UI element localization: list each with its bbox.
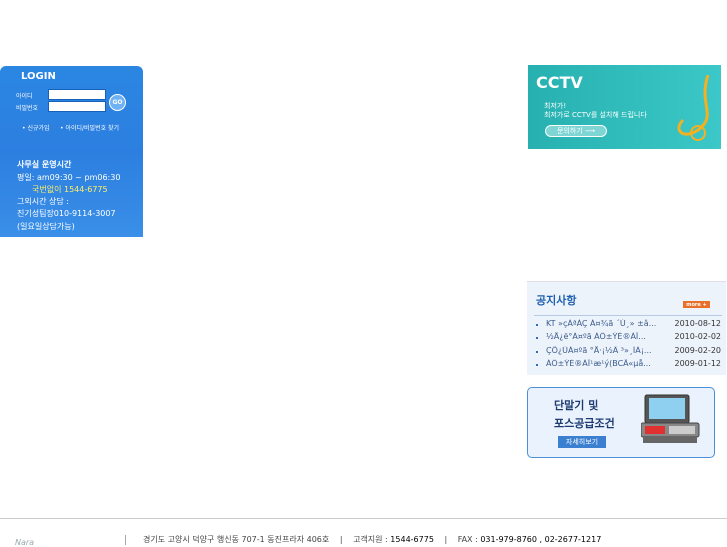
notice-item-title[interactable]: ½Å¿ë°Á¤ºã ÀÖ±ÝÈ®ÀÎ... [546, 332, 656, 341]
notice-item-date: 2009-02-20 [674, 346, 722, 355]
notice-item-title[interactable]: ÀÖ±ÝÈ®ÀÎ¹æ¹ý(BCÄ«µå... [546, 359, 656, 368]
footer-separator [125, 535, 126, 545]
bullet-icon [536, 324, 538, 326]
footer-logo: Nara [15, 538, 35, 547]
notice-item-date: 2010-02-02 [674, 332, 722, 341]
footer-support-phone: 1544-6775 [390, 535, 434, 544]
password-label: 비밀번호 [16, 105, 39, 112]
cable-icon [677, 75, 710, 141]
footer-fax-number: 031-979-8760 , 02-2677-1217 [480, 535, 602, 544]
bullet-icon [536, 337, 538, 339]
inquiry-button[interactable]: 문의하기 ⟶ [545, 125, 607, 137]
footer-fax-label: FAX : [457, 535, 478, 544]
id-label: 아이디 [16, 93, 33, 100]
after-hours-phone: 진기성팀장010-9114-3007 [17, 209, 116, 218]
notice-box: 공지사항 more + KT »çÀªÀÇ Á¤¾ã ´Ù¸» ±â... 20… [527, 281, 726, 375]
notice-item-title[interactable]: KT »çÀªÀÇ Á¤¾ã ´Ù¸» ±â... [546, 319, 656, 328]
terminal-title-line1: 단말기 및 [554, 399, 599, 412]
notice-row[interactable]: ÀÖ±ÝÈ®ÀÎ¹æ¹ý(BCÄ«µå... 2009-01-12 [536, 359, 721, 372]
notice-row[interactable]: ÇÕ¿ÜÀ¤ºã °Å·¡½Â ³»¸ÍÀ¡... 2009-02-20 [536, 346, 721, 359]
notice-row[interactable]: KT »çÀªÀÇ Á¤¾ã ´Ù¸» ±â... 2010-08-12 [536, 319, 721, 332]
bullet-icon [536, 351, 538, 353]
terminal-banner[interactable]: 단말기 및 포스공급조건 자세히보기 [527, 387, 715, 458]
footer-support-label: 고객지원 : [353, 535, 388, 544]
login-title: LOGIN [21, 71, 56, 82]
bullet-icon [536, 364, 538, 366]
signup-link[interactable]: • 신규가입 [22, 123, 50, 132]
office-hours-title: 사무실 운영시간 [17, 160, 72, 169]
notice-more-button[interactable]: more + [683, 301, 710, 308]
phone-number: 국번없이 1544-6775 [32, 185, 108, 194]
notice-divider [534, 315, 722, 316]
notice-row[interactable]: ½Å¿ë°Á¤ºã ÀÖ±ÝÈ®ÀÎ... 2010-02-02 [536, 332, 721, 345]
find-account-link[interactable]: • 아이디/비밀번호 찾기 [60, 123, 119, 132]
id-input[interactable] [48, 89, 106, 100]
login-go-button[interactable]: GO [109, 94, 126, 111]
details-button[interactable]: 자세히보기 [558, 436, 606, 448]
weekday-hours: 평일: am09:30 ~ pm06:30 [17, 173, 121, 182]
cctv-title: CCTV [536, 73, 583, 92]
cctv-line2: 최저가로 CCTV를 설치해 드립니다 [544, 111, 647, 119]
notice-item-title[interactable]: ÇÕ¿ÜÀ¤ºã °Å·¡½Â ³»¸ÍÀ¡... [546, 346, 656, 355]
password-input[interactable] [48, 101, 106, 112]
terminal-title-line2: 포스공급조건 [554, 417, 615, 430]
notice-item-date: 2009-01-12 [674, 359, 722, 368]
cctv-banner[interactable]: CCTV 최저가! 최저가로 CCTV를 설치해 드립니다 문의하기 ⟶ [528, 65, 721, 149]
sunday-note: (일요일상담가능) [17, 222, 75, 231]
login-panel: LOGIN 아이디 비밀번호 GO • 신규가입 • 아이디/비밀번호 찾기 사… [0, 66, 143, 237]
footer-divider [0, 518, 727, 519]
after-hours-title: 그외시간 상담 : [17, 197, 69, 206]
notice-item-date: 2010-08-12 [674, 319, 722, 328]
footer-info: 경기도 고양시 덕양구 행신동 707-1 동진프라자 406호 | 고객지원 … [143, 535, 602, 544]
footer-address: 경기도 고양시 덕양구 행신동 707-1 동진프라자 406호 [143, 535, 330, 544]
notice-title: 공지사항 [536, 294, 577, 307]
pos-terminal-icon [641, 394, 700, 443]
